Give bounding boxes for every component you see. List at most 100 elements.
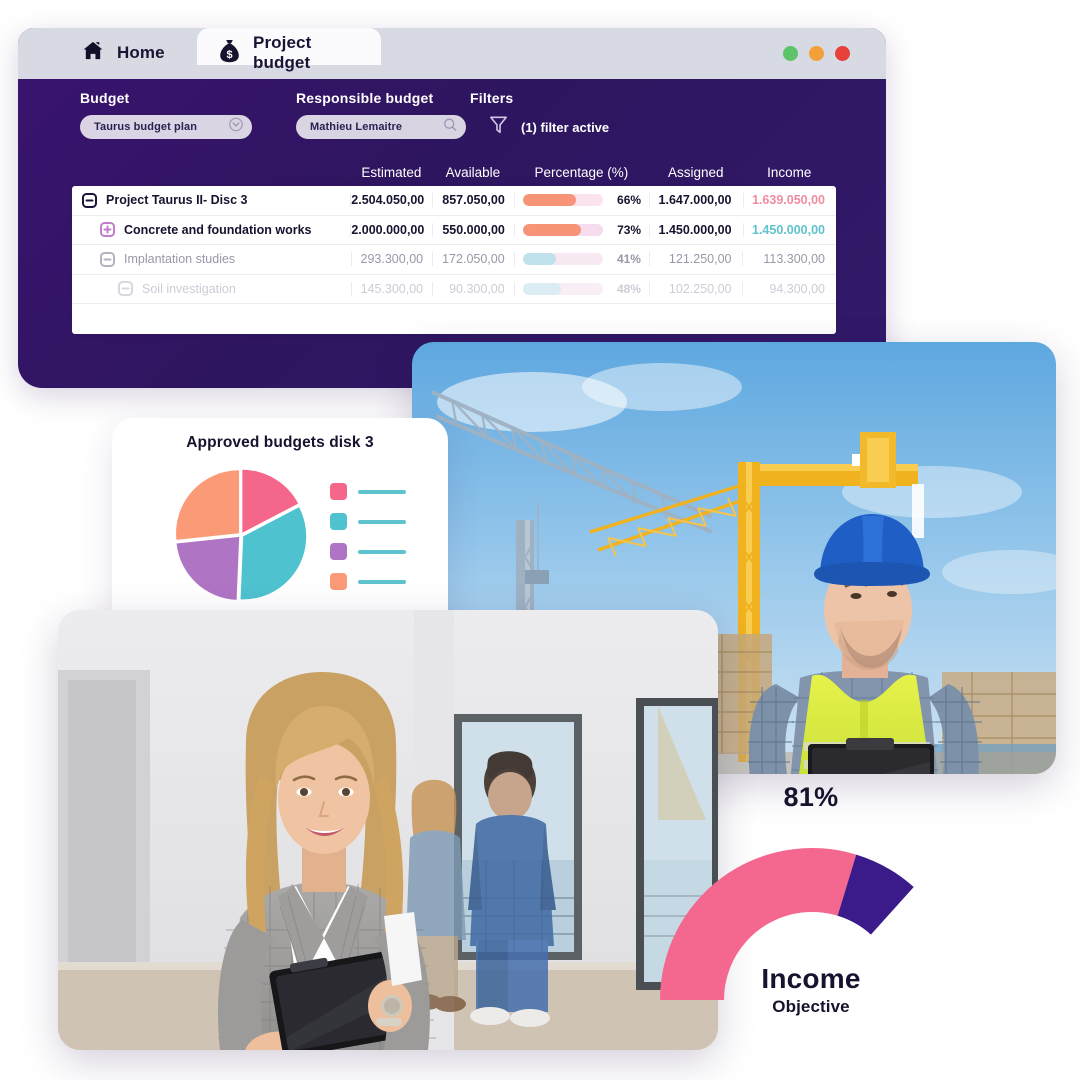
gauge-subtitle: Objective: [772, 997, 850, 1017]
table-row[interactable]: Project Taurus II- Disc 3 2.504.050,00 857…: [72, 186, 836, 216]
row-income-cell: 94.300,00: [742, 281, 836, 296]
filter-status-text: (1) filter active: [521, 119, 610, 135]
filters-field-group: Filters (1) filter active: [470, 90, 609, 139]
progress-bar-fill: [522, 253, 556, 266]
progress-bar-track: [522, 282, 603, 295]
collapse-square-icon[interactable]: [82, 192, 97, 208]
col-header-estimated: Estimated: [361, 164, 422, 180]
legend-label-placeholder: [358, 519, 406, 524]
legend-swatch: [330, 543, 347, 560]
window-controls: [783, 46, 850, 61]
responsible-label: Responsible budget: [296, 90, 434, 106]
pie-slice[interactable]: [176, 470, 240, 540]
row-name-label: Implantation studies: [124, 252, 236, 267]
window-tabbar: Home $ Project budget: [18, 28, 886, 79]
progress-bar-track: [522, 194, 604, 207]
money-bag-icon: $: [219, 39, 240, 68]
row-estimated-cell: 293.300,00: [350, 252, 433, 267]
app-window: Home $ Project budget Budget Taurus budg…: [18, 28, 886, 388]
row-percentage-label: 48%: [616, 281, 641, 296]
funnel-icon: [488, 114, 509, 140]
minimize-dot[interactable]: [783, 46, 798, 61]
table-empty-row: [72, 304, 836, 334]
row-assigned-cell: 121.250,00: [648, 252, 743, 267]
expand-square-icon[interactable]: [100, 222, 115, 238]
pie-chart: [176, 469, 307, 600]
active-filter-indicator[interactable]: (1) filter active: [470, 115, 609, 139]
income-objective-gauge: 81% Income Objective: [646, 782, 976, 1044]
row-estimated-cell: 2.504.050,00: [350, 193, 432, 208]
row-percentage-label: 73%: [617, 222, 642, 237]
close-dot[interactable]: [835, 46, 850, 61]
svg-text:$: $: [226, 49, 232, 61]
row-percentage-cell: 73%: [513, 222, 649, 237]
collapse-square-icon[interactable]: [100, 251, 115, 267]
legend-item[interactable]: [330, 483, 406, 500]
row-income-cell: 113.300,00: [742, 252, 836, 267]
row-assigned-cell: 102.250,00: [648, 281, 743, 296]
responsible-search-input[interactable]: Mathieu Lemaitre: [296, 115, 466, 139]
table-row[interactable]: Concrete and foundation works 2.000.000,0…: [72, 216, 836, 245]
table-row[interactable]: Soil investigation 145.300,00 90.300,00 48%…: [72, 275, 836, 304]
progress-bar-track: [522, 223, 604, 236]
col-header-available: Available: [445, 164, 501, 180]
pie-chart-legend: [330, 483, 406, 590]
row-percentage-cell: 48%: [513, 281, 649, 296]
row-income-cell: 1.639.050,00: [742, 193, 836, 208]
legend-label-placeholder: [358, 489, 406, 494]
row-name-cell: Soil investigation: [72, 281, 351, 297]
tab-home[interactable]: Home: [60, 28, 197, 78]
page-root: Home $ Project budget Budget Taurus budg…: [0, 0, 1080, 1080]
gauge-value-label: 81%: [783, 782, 839, 812]
legend-item[interactable]: [330, 513, 406, 530]
col-header-assigned: Assigned: [667, 164, 724, 180]
progress-bar-fill: [522, 282, 562, 295]
tab-home-label: Home: [117, 43, 165, 62]
pie-slice[interactable]: [176, 536, 240, 600]
legend-swatch: [330, 513, 347, 530]
collapse-square-icon[interactable]: [118, 281, 133, 297]
row-estimated-cell: 2.000.000,00: [350, 222, 432, 237]
legend-item[interactable]: [330, 543, 406, 560]
row-name-label: Soil investigation: [142, 281, 236, 296]
row-name-label: Project Taurus II- Disc 3: [106, 193, 248, 208]
row-income-cell: 1.450.000,00: [742, 222, 836, 237]
legend-swatch: [330, 483, 347, 500]
gauge-title: Income: [761, 963, 861, 994]
tab-project-budget-label: Project budget: [253, 33, 312, 72]
budget-select-value: Taurus budget plan: [94, 121, 198, 133]
progress-bar-fill: [522, 194, 576, 207]
col-header-income: Income: [767, 164, 812, 180]
responsible-value: Mathieu Lemaitre: [310, 121, 403, 133]
responsible-field-group: Responsible budget Mathieu Lemaitre: [296, 90, 466, 139]
legend-label-placeholder: [358, 579, 406, 584]
row-percentage-label: 66%: [617, 193, 642, 208]
col-header-percentage: Percentage (%): [534, 164, 629, 180]
budget-label: Budget: [80, 90, 130, 106]
row-percentage-cell: 41%: [513, 252, 649, 267]
legend-swatch: [330, 573, 347, 590]
progress-bar-fill: [522, 223, 582, 236]
row-percentage-label: 41%: [616, 252, 641, 267]
maximize-dot[interactable]: [809, 46, 824, 61]
row-available-cell: 857.050,00: [432, 193, 514, 208]
legend-item[interactable]: [330, 573, 406, 590]
filters-label: Filters: [470, 90, 514, 106]
row-available-cell: 172.050,00: [432, 252, 514, 267]
row-assigned-cell: 1.647.000,00: [649, 193, 742, 208]
table-row[interactable]: Implantation studies 293.300,00 172.050,00…: [72, 245, 836, 275]
legend-label-placeholder: [358, 549, 406, 554]
row-name-cell: Concrete and foundation works: [72, 222, 350, 238]
tab-project-budget[interactable]: $ Project budget: [197, 28, 381, 78]
row-name-cell: Implantation studies: [72, 251, 351, 267]
approved-budgets-card: Approved budgets disk 3: [112, 418, 448, 634]
pie-chart-title: Approved budgets disk 3: [186, 434, 374, 451]
row-percentage-cell: 66%: [513, 193, 649, 208]
table-header-row: Estimated Available Percentage (%) Assig…: [72, 158, 836, 186]
search-icon: [443, 118, 457, 137]
row-estimated-cell: 145.300,00: [350, 281, 433, 296]
real-estate-interior-photo: [58, 610, 718, 1050]
budget-table: Estimated Available Percentage (%) Assig…: [72, 158, 836, 334]
gauge-caption: Income Objective: [646, 964, 976, 1017]
budget-select[interactable]: Taurus budget plan: [80, 115, 252, 139]
